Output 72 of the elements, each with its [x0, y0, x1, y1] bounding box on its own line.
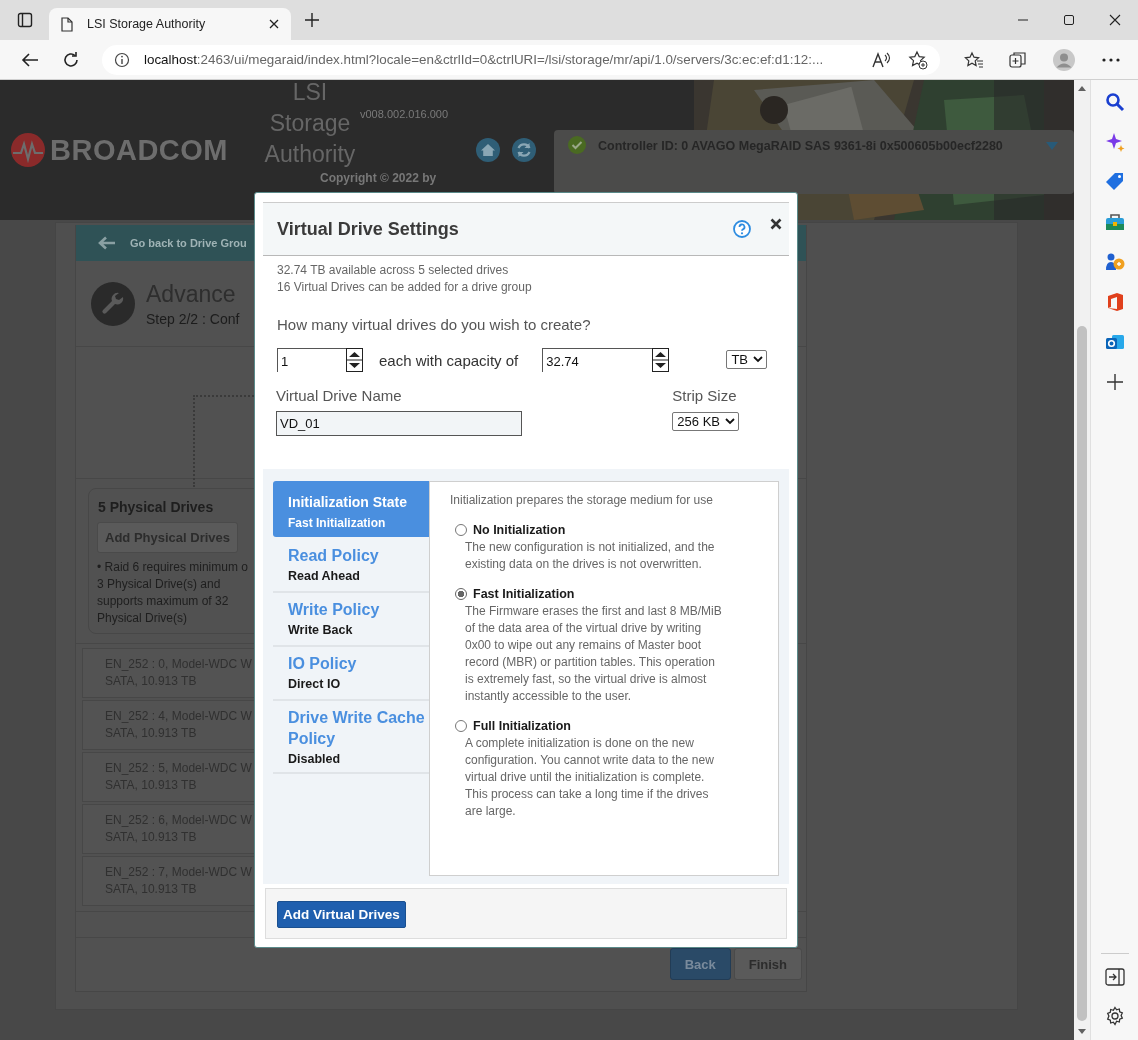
- version-text: v008.002.016.000: [360, 108, 450, 120]
- settings-icon[interactable]: [1104, 1006, 1125, 1026]
- scrollbar[interactable]: [1074, 80, 1090, 1040]
- option-label: No Initialization: [473, 523, 566, 537]
- logo-mark-icon: [10, 132, 46, 168]
- strip-size-select[interactable]: 256 KB: [672, 412, 739, 431]
- info-text: 16 Virtual Drives can be added for a drive group: [277, 279, 533, 296]
- app-name-text: LSI: [291, 80, 329, 107]
- add-virtual-drives-button[interactable]: Add Virtual Drives: [277, 901, 406, 928]
- spinner-arrows-icon: [346, 348, 363, 372]
- chevron-down-icon: [753, 355, 763, 363]
- logo-text: BROADCOM: [50, 133, 228, 167]
- games-icon[interactable]: [1104, 252, 1125, 272]
- description-text: Initialization prepares the storage medium for use: [450, 492, 714, 509]
- capacity-field[interactable]: 32.74: [542, 348, 670, 372]
- tab-title: LSI Storage Authority: [87, 17, 207, 31]
- sidebar-panel-icon[interactable]: [1104, 968, 1125, 986]
- new-tab-icon[interactable]: [305, 13, 319, 27]
- close-icon[interactable]: [269, 19, 279, 29]
- option-label: Full Initialization: [473, 719, 571, 733]
- unit-select[interactable]: TB: [726, 349, 767, 369]
- left-arrow-icon: [98, 236, 116, 250]
- scroll-thumb[interactable]: [1077, 326, 1087, 1021]
- app-name-text: Storage: [268, 109, 352, 138]
- option-description: The Firmware erases the first and last 8 MB/MiB of the data area of the virtual drive by writing 0x00 to wipe out any remains of Master boot record (MBR) or partition tables. This operation is extremely fast, so the virtual drive is almost instantly accessible to the user.: [465, 603, 723, 705]
- name-field[interactable]: VD_01: [276, 411, 522, 436]
- option-description: The new configuration is not initialized, and the existing data on the drives is not overwritten.: [465, 539, 716, 573]
- wrench-icon: [91, 281, 135, 326]
- close-icon[interactable]: [770, 218, 782, 230]
- check-circle-icon: [568, 136, 586, 154]
- spinner-arrows-icon: [652, 348, 670, 372]
- collections-icon[interactable]: [1008, 49, 1028, 70]
- back-arrow-icon[interactable]: [21, 51, 39, 68]
- field-label: Strip Size: [672, 387, 737, 404]
- home-icon[interactable]: [476, 138, 500, 162]
- address-field[interactable]: localhost:2463/ui/megaraid/index.html?locale=en&ctrlId=0&ctrlURI=/lsi/storage/mr/api/1.0/servers/3c:ec:ef:d1:12:...: [102, 44, 940, 75]
- radio-button[interactable]: [455, 524, 467, 536]
- search-icon[interactable]: [1104, 92, 1125, 112]
- more-menu-icon[interactable]: [1102, 57, 1120, 62]
- scroll-down-arrow-icon: [1078, 1029, 1086, 1034]
- refresh-icon[interactable]: [62, 50, 80, 69]
- read-aloud-icon[interactable]: [872, 50, 892, 69]
- dialog-title: Virtual Drive Settings: [277, 218, 459, 240]
- maximize-icon[interactable]: [1063, 14, 1075, 26]
- close-icon[interactable]: [1109, 14, 1121, 26]
- capacity-label: each with capacity of: [379, 351, 519, 369]
- field-label: Virtual Drive Name: [276, 387, 403, 404]
- toolbox-icon[interactable]: [1104, 212, 1125, 232]
- refresh-icon[interactable]: [512, 138, 536, 162]
- caret-icon: [1046, 142, 1058, 150]
- page-icon: [61, 16, 73, 32]
- chevron-down-icon: [725, 418, 735, 425]
- tab-actions-icon[interactable]: [17, 12, 33, 28]
- browser-tab[interactable]: LSI Storage Authority: [49, 8, 291, 40]
- help-icon[interactable]: [733, 220, 751, 238]
- scroll-up-arrow-icon: [1078, 86, 1086, 91]
- question-text: How many virtual drives do you wish to create?: [277, 316, 592, 333]
- option-label: Fast Initialization: [473, 587, 575, 601]
- copyright-text: Copyright © 2022 by: [320, 171, 438, 185]
- favorites-icon[interactable]: [964, 50, 984, 69]
- option-description: A complete initialization is done on the new configuration. You cannot write data to the new virtual drive until the initialization is complete. This process can take a long time if the drives are large.: [465, 735, 715, 820]
- radio-button[interactable]: [455, 588, 467, 600]
- profile-avatar-icon[interactable]: [1052, 47, 1076, 72]
- info-icon: [114, 51, 130, 68]
- plus-icon[interactable]: [1104, 372, 1125, 392]
- tag-icon[interactable]: [1104, 172, 1125, 192]
- radio-button[interactable]: [455, 720, 467, 732]
- app-name-text: Authority: [263, 140, 357, 169]
- mail-icon[interactable]: [1104, 332, 1125, 352]
- info-text: 32.74 TB available across 5 selected drives: [277, 262, 510, 279]
- count-field[interactable]: 1: [277, 348, 363, 372]
- add-favorite-icon[interactable]: [908, 49, 928, 70]
